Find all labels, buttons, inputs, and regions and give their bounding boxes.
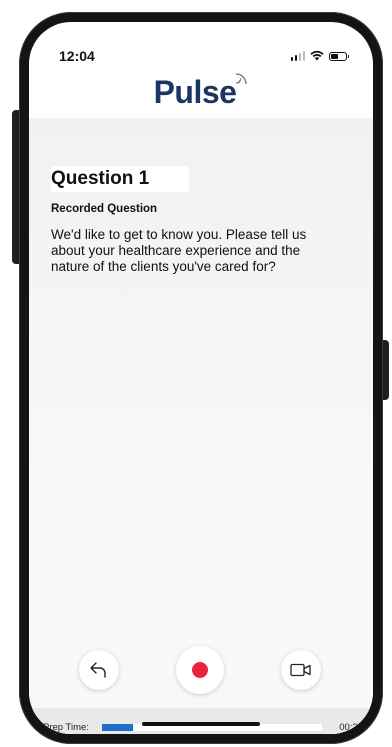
- signal-waves-icon: [236, 73, 248, 85]
- prep-time-remaining: 00:25: [339, 721, 363, 733]
- prep-progress-fill: [102, 723, 133, 731]
- undo-button[interactable]: [79, 650, 119, 690]
- signal-icon: [290, 51, 305, 61]
- question-subtitle: Recorded Question: [51, 203, 158, 215]
- phone-frame: 12:04 Pulse Question 1 Recorded Question…: [19, 12, 383, 744]
- home-indicator[interactable]: [142, 722, 260, 726]
- undo-arrow-icon: [90, 662, 106, 678]
- pulse-logo: Pulse: [153, 73, 249, 110]
- phone-screen: 12:04 Pulse Question 1 Recorded Question…: [29, 22, 373, 734]
- question-content: Question 1 Recorded Question We'd like t…: [29, 118, 373, 734]
- switch-camera-button[interactable]: [281, 650, 321, 690]
- record-button[interactable]: [176, 646, 224, 694]
- status-icons: [290, 49, 349, 61]
- prep-time-label: Prep Time:: [43, 721, 89, 733]
- logo-text: Pulse: [153, 74, 237, 110]
- prep-time-bar: Prep Time: 00:25: [29, 708, 373, 734]
- app-header: Pulse: [29, 66, 373, 118]
- question-title: Question 1: [51, 166, 190, 192]
- question-text: We'd like to get to know you. Please tel…: [51, 227, 307, 274]
- video-camera-icon: [290, 663, 311, 677]
- status-bar: 12:04: [29, 22, 373, 66]
- record-dot-icon: [192, 662, 208, 678]
- battery-icon: [329, 52, 349, 61]
- recording-controls: [29, 642, 373, 712]
- status-time: 12:04: [59, 48, 95, 64]
- wifi-icon: [310, 50, 324, 61]
